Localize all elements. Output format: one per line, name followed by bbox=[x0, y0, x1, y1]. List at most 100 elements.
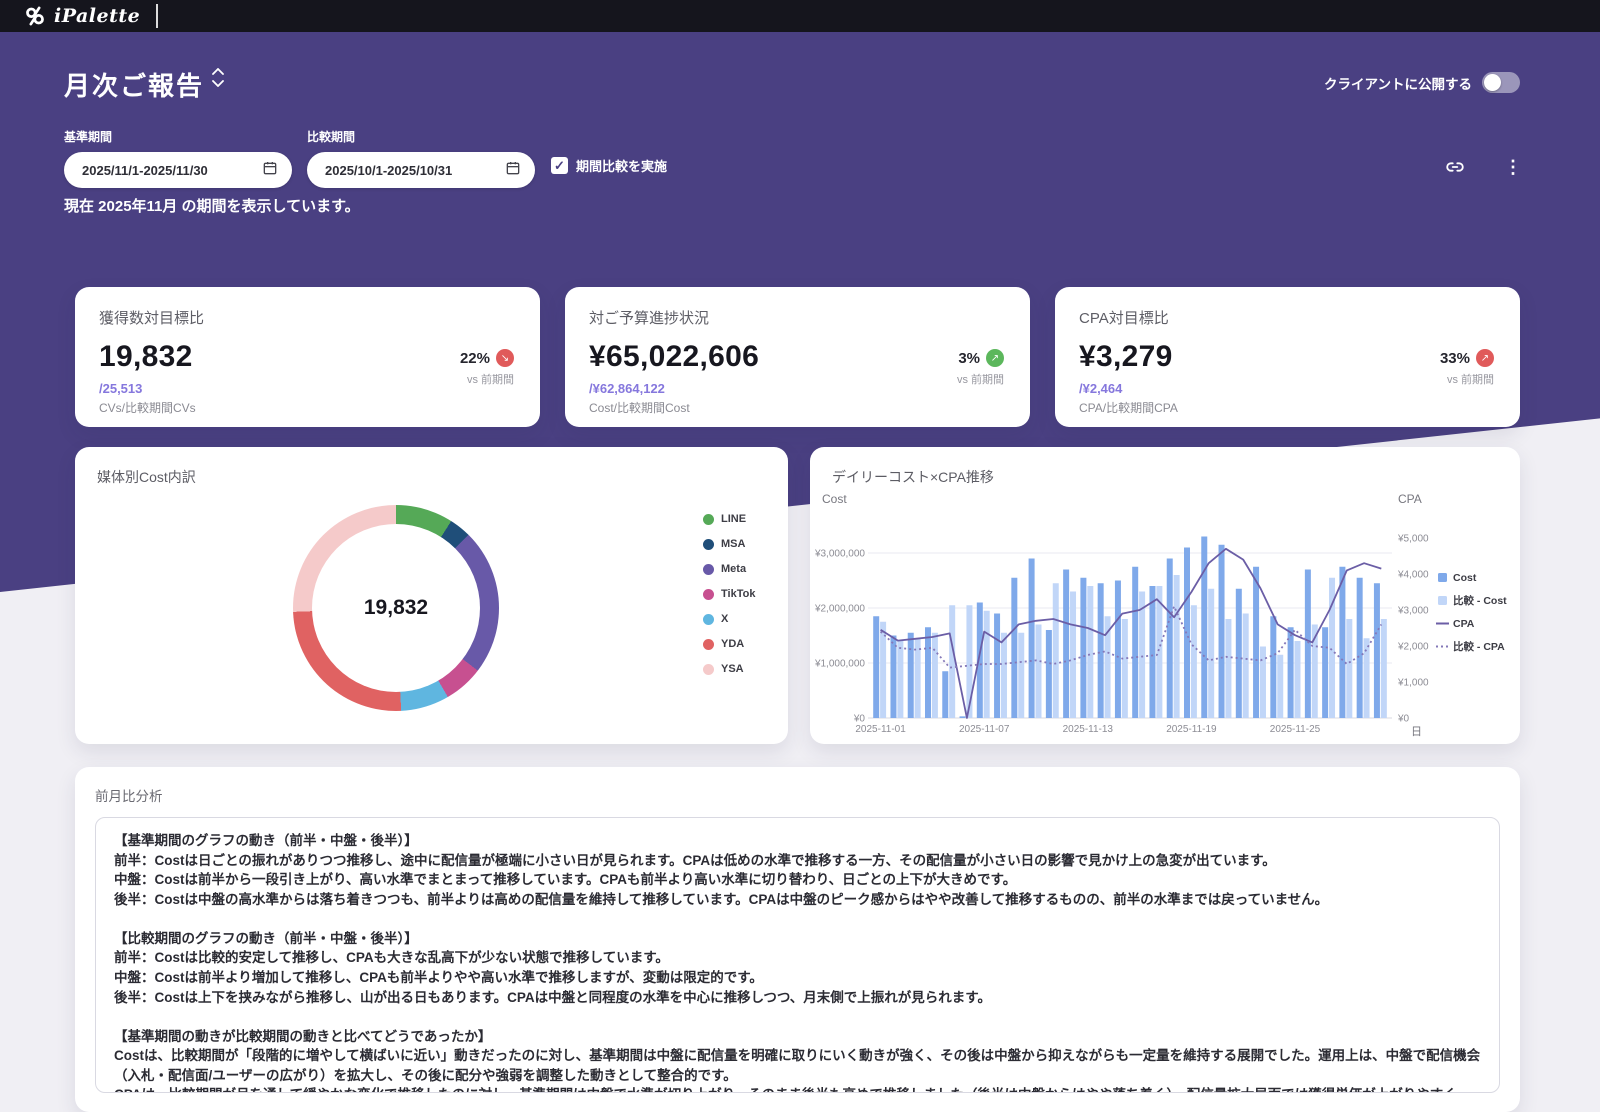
donut-hole: 19,832 bbox=[312, 524, 480, 692]
kpi-delta: 3% bbox=[958, 350, 980, 367]
publish-toggle[interactable] bbox=[1482, 72, 1520, 93]
publish-toggle-label: クライアントに公開する bbox=[1324, 73, 1472, 93]
svg-text:比較 - CPA: 比較 - CPA bbox=[1453, 640, 1505, 653]
kpi-vs-label: vs 前期間 bbox=[460, 371, 514, 387]
month-over-month-analysis-card: 前月比分析 【基準期間のグラフの動き（前半・中盤・後半）】 前半：Costは日ご… bbox=[75, 767, 1520, 1112]
period-compare-label: 期間比較を実施 bbox=[576, 156, 667, 175]
kpi-card-cpa: CPA対目標比 ¥3,279 /¥2,464 CPA/比較期間CPA 33% ↗… bbox=[1055, 287, 1520, 427]
topbar-divider bbox=[156, 4, 158, 28]
chevron-down-icon bbox=[212, 80, 224, 87]
legend-label: LINE bbox=[721, 513, 746, 525]
analysis-box[interactable]: 【基準期間のグラフの動き（前半・中盤・後半）】 前半：Costは日ごとの振れがあ… bbox=[95, 817, 1500, 1093]
trend-arrow-badge: ↘ bbox=[496, 349, 514, 367]
legend-label: Meta bbox=[721, 563, 746, 575]
daily-cost-cpa-card: デイリーコスト×CPA推移 ¥0¥1,000,000¥2,000,000¥3,0… bbox=[810, 447, 1520, 744]
legend-label: YSA bbox=[721, 663, 744, 675]
donut-center-value: 19,832 bbox=[364, 596, 428, 620]
kpi-card-budget: 対ご予算進捗状況 ¥65,022,606 /¥62,864,122 Cost/比… bbox=[565, 287, 1030, 427]
kpi-sublabel: Cost/比較期間Cost bbox=[589, 399, 1006, 416]
legend-dot bbox=[703, 589, 714, 600]
kpi-vs-label: vs 前期間 bbox=[957, 371, 1004, 387]
compare-period-value: 2025/10/1-2025/10/31 bbox=[325, 163, 452, 178]
svg-text:Cost: Cost bbox=[1453, 572, 1477, 584]
analysis-text: 【基準期間のグラフの動き（前半・中盤・後半）】 前半：Costは日ごとの振れがあ… bbox=[114, 831, 1481, 1093]
base-period-value: 2025/11/1-2025/11/30 bbox=[82, 163, 208, 178]
calendar-icon bbox=[262, 160, 278, 181]
svg-text:2025-11-19: 2025-11-19 bbox=[1166, 724, 1217, 735]
svg-text:日: 日 bbox=[1411, 726, 1422, 738]
legend-label: TikTok bbox=[721, 588, 755, 600]
brand-name: iPalette bbox=[54, 5, 140, 27]
kpi-delta: 22% bbox=[460, 350, 490, 367]
period-compare-checkbox[interactable]: ✓ bbox=[551, 157, 568, 174]
svg-text:¥3,000: ¥3,000 bbox=[1397, 606, 1429, 617]
top-app-bar: iPalette bbox=[0, 0, 1600, 32]
svg-text:2025-11-01: 2025-11-01 bbox=[855, 724, 906, 735]
legend-item-meta[interactable]: Meta bbox=[703, 563, 755, 575]
publish-control: クライアントに公開する bbox=[1324, 72, 1520, 93]
svg-text:CPA: CPA bbox=[1453, 618, 1475, 630]
current-period-status: 現在 2025年11月 の期間を表示しています。 bbox=[64, 195, 360, 216]
legend-item-line[interactable]: LINE bbox=[703, 513, 755, 525]
media-cost-breakdown-card: 媒体別Cost内訳 19,832 LINE MSA Meta TikTok X YDA YS… bbox=[75, 447, 788, 744]
kpi-value: ¥3,279 bbox=[1079, 340, 1496, 374]
donut-legend: LINE MSA Meta TikTok X YDA YSA bbox=[703, 513, 755, 675]
daily-cost-cpa-chart[interactable]: ¥0 ¥1,000,000 ¥2,000,000 ¥3,000,000 ¥0 ¥1,000… bbox=[810, 483, 1520, 744]
kpi-sublabel: CVs/比較期間CVs bbox=[99, 399, 516, 416]
kpi-target: /¥2,464 bbox=[1079, 381, 1496, 396]
legend-dot bbox=[703, 614, 714, 625]
svg-text:2025-11-25: 2025-11-25 bbox=[1270, 724, 1321, 735]
media-cost-donut-chart[interactable]: 19,832 bbox=[293, 505, 499, 711]
svg-text:¥1,000: ¥1,000 bbox=[1397, 678, 1429, 689]
analysis-title: 前月比分析 bbox=[95, 785, 1500, 805]
calendar-icon bbox=[505, 160, 521, 181]
page-title: 月次ご報告 bbox=[64, 66, 204, 103]
more-menu-button[interactable]: ⋮ bbox=[1504, 158, 1522, 176]
kpi-delta: 33% bbox=[1440, 350, 1470, 367]
svg-text:¥0: ¥0 bbox=[1397, 714, 1410, 725]
ipalette-logo-icon bbox=[24, 5, 46, 27]
legend-label: YDA bbox=[721, 638, 744, 650]
report-selector-chevrons[interactable] bbox=[212, 68, 224, 87]
svg-text:2025-11-07: 2025-11-07 bbox=[959, 724, 1010, 735]
legend-item-x[interactable]: X bbox=[703, 613, 755, 625]
legend-item-msa[interactable]: MSA bbox=[703, 538, 755, 550]
svg-text:¥0: ¥0 bbox=[853, 714, 866, 725]
compare-period-input[interactable]: 2025/10/1-2025/10/31 bbox=[307, 152, 535, 188]
toggle-knob bbox=[1484, 74, 1501, 91]
kpi-target: /25,513 bbox=[99, 381, 516, 396]
base-period-input[interactable]: 2025/11/1-2025/11/30 bbox=[64, 152, 292, 188]
svg-text:比較 - Cost: 比較 - Cost bbox=[1453, 594, 1507, 607]
legend-dot bbox=[703, 664, 714, 675]
legend-item-ysa[interactable]: YSA bbox=[703, 663, 755, 675]
trend-arrow-badge: ↗ bbox=[986, 349, 1004, 367]
svg-text:¥5,000: ¥5,000 bbox=[1397, 534, 1429, 545]
chevron-up-icon bbox=[212, 68, 224, 75]
legend-dot bbox=[703, 564, 714, 575]
legend-dot bbox=[703, 514, 714, 525]
donut-chart-title: 媒体別Cost内訳 bbox=[97, 467, 196, 487]
kpi-card-cv: 獲得数対目標比 19,832 /25,513 CVs/比較期間CVs 22% ↘… bbox=[75, 287, 540, 427]
svg-text:¥2,000: ¥2,000 bbox=[1397, 642, 1429, 653]
svg-text:2025-11-13: 2025-11-13 bbox=[1063, 724, 1114, 735]
base-period-label: 基準期間 bbox=[64, 128, 292, 145]
period-compare-control: ✓ 期間比較を実施 bbox=[551, 156, 667, 175]
svg-text:¥2,000,000: ¥2,000,000 bbox=[814, 604, 865, 615]
kpi-value: 19,832 bbox=[99, 340, 516, 374]
legend-dot bbox=[703, 539, 714, 550]
kpi-target: /¥62,864,122 bbox=[589, 381, 1006, 396]
kpi-value: ¥65,022,606 bbox=[589, 340, 1006, 374]
legend-item-tiktok[interactable]: TikTok bbox=[703, 588, 755, 600]
svg-text:¥1,000,000: ¥1,000,000 bbox=[814, 659, 865, 670]
kpi-title: 獲得数対目標比 bbox=[99, 307, 516, 328]
share-link-button[interactable] bbox=[1444, 156, 1466, 178]
link-icon bbox=[1444, 156, 1466, 178]
legend-dot bbox=[703, 639, 714, 650]
kpi-title: CPA対目標比 bbox=[1079, 307, 1496, 328]
svg-text:CPA: CPA bbox=[1398, 492, 1422, 506]
trend-arrow-badge: ↗ bbox=[1476, 349, 1494, 367]
kpi-vs-label: vs 前期間 bbox=[1440, 371, 1494, 387]
legend-item-yda[interactable]: YDA bbox=[703, 638, 755, 650]
svg-text:¥3,000,000: ¥3,000,000 bbox=[814, 549, 865, 560]
kpi-title: 対ご予算進捗状況 bbox=[589, 307, 1006, 328]
